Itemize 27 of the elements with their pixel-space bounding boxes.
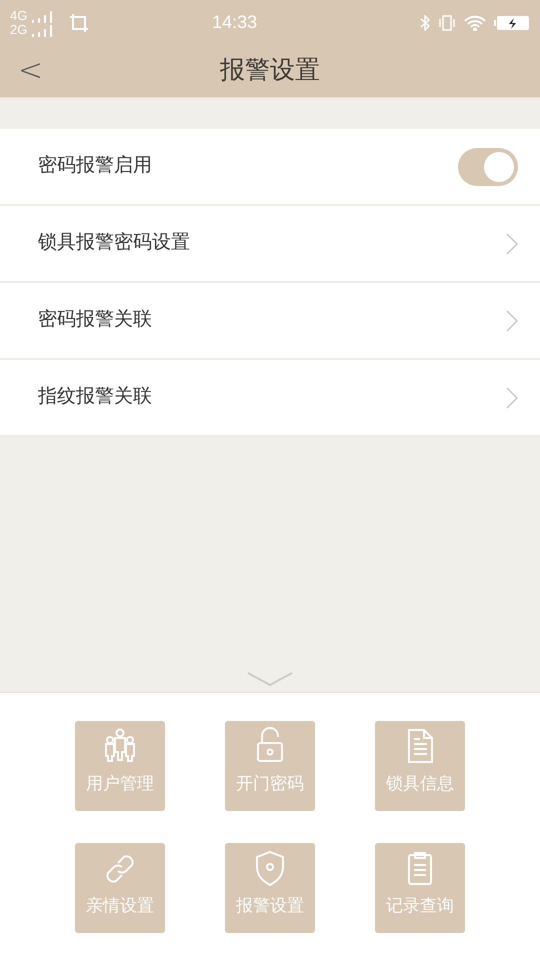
chevron-right-icon (506, 232, 518, 254)
toggle-switch[interactable] (458, 148, 518, 186)
vibrate-icon (438, 14, 456, 30)
menu-tile[interactable]: 亲情设置 (75, 843, 165, 933)
network-label: 2G (10, 22, 28, 36)
signal-icon (31, 24, 54, 36)
setting-label: 指纹报警关联 (38, 385, 152, 410)
menu-tile[interactable]: 用户管理 (75, 721, 165, 811)
network-label: 4G (10, 8, 28, 22)
menu-tile[interactable]: 锁具信息 (375, 721, 465, 811)
chevron-right-icon (506, 386, 518, 408)
menu-tile[interactable]: 开门密码 (225, 721, 315, 811)
signal-icon (31, 10, 54, 22)
battery-icon (494, 14, 530, 30)
setting-label: 锁具报警密码设置 (38, 231, 190, 256)
screenshot-icon (69, 12, 90, 32)
menu-tile[interactable]: 记录查询 (375, 843, 465, 933)
time-label: 14:33 (211, 11, 258, 34)
setting-label: 密码报警启用 (38, 154, 152, 178)
page-title: 报警设置 (219, 55, 321, 86)
wifi-icon (464, 14, 486, 30)
bluetooth-icon (420, 14, 430, 30)
chevron-right-icon (506, 310, 518, 332)
setting-label: 密码报警关联 (38, 308, 152, 332)
chevron-down-icon[interactable] (247, 672, 293, 686)
back-button[interactable]: < (0, 56, 50, 86)
menu-tile[interactable]: 报警设置 (225, 843, 315, 933)
